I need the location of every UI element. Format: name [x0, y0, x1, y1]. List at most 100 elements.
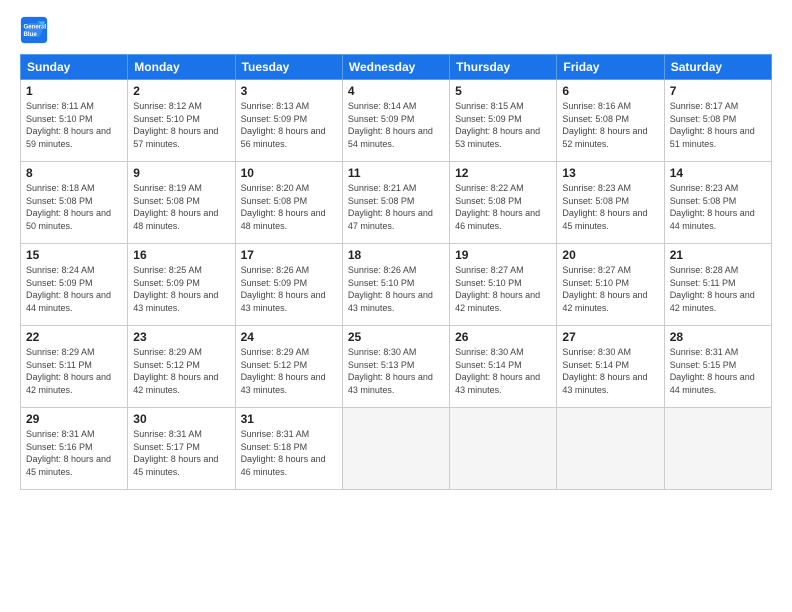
weekday-header: Monday: [128, 55, 235, 80]
cell-info: Sunrise: 8:11 AMSunset: 5:10 PMDaylight:…: [26, 100, 122, 150]
day-number: 19: [455, 248, 551, 262]
day-number: 10: [241, 166, 337, 180]
day-number: 27: [562, 330, 658, 344]
logo: General Blue: [20, 16, 52, 44]
weekday-header: Thursday: [450, 55, 557, 80]
cell-info: Sunrise: 8:22 AMSunset: 5:08 PMDaylight:…: [455, 182, 551, 232]
calendar-cell: 31 Sunrise: 8:31 AMSunset: 5:18 PMDayligh…: [235, 408, 342, 490]
day-number: 13: [562, 166, 658, 180]
day-number: 30: [133, 412, 229, 426]
weekday-header: Saturday: [664, 55, 771, 80]
day-number: 11: [348, 166, 444, 180]
cell-info: Sunrise: 8:27 AMSunset: 5:10 PMDaylight:…: [455, 264, 551, 314]
weekday-header: Tuesday: [235, 55, 342, 80]
calendar-cell: 16 Sunrise: 8:25 AMSunset: 5:09 PMDayligh…: [128, 244, 235, 326]
calendar-cell: 21 Sunrise: 8:28 AMSunset: 5:11 PMDayligh…: [664, 244, 771, 326]
cell-info: Sunrise: 8:15 AMSunset: 5:09 PMDaylight:…: [455, 100, 551, 150]
cell-info: Sunrise: 8:26 AMSunset: 5:10 PMDaylight:…: [348, 264, 444, 314]
cell-info: Sunrise: 8:30 AMSunset: 5:14 PMDaylight:…: [562, 346, 658, 396]
day-number: 12: [455, 166, 551, 180]
page: General Blue SundayMondayTuesdayWednesda…: [0, 0, 792, 612]
day-number: 23: [133, 330, 229, 344]
calendar-week-row: 15 Sunrise: 8:24 AMSunset: 5:09 PMDayligh…: [21, 244, 772, 326]
day-number: 6: [562, 84, 658, 98]
calendar-week-row: 8Sunrise: 8:18 AMSunset: 5:08 PMDaylight…: [21, 162, 772, 244]
calendar-header-row: SundayMondayTuesdayWednesdayThursdayFrid…: [21, 55, 772, 80]
calendar-cell: 26 Sunrise: 8:30 AMSunset: 5:14 PMDayligh…: [450, 326, 557, 408]
cell-info: Sunrise: 8:29 AMSunset: 5:12 PMDaylight:…: [133, 346, 229, 396]
logo-icon: General Blue: [20, 16, 48, 44]
cell-info: Sunrise: 8:17 AMSunset: 5:08 PMDaylight:…: [670, 100, 766, 150]
day-number: 15: [26, 248, 122, 262]
cell-info: Sunrise: 8:30 AMSunset: 5:14 PMDaylight:…: [455, 346, 551, 396]
cell-info: Sunrise: 8:13 AMSunset: 5:09 PMDaylight:…: [241, 100, 337, 150]
calendar-cell: 8Sunrise: 8:18 AMSunset: 5:08 PMDaylight…: [21, 162, 128, 244]
day-number: 16: [133, 248, 229, 262]
cell-info: Sunrise: 8:14 AMSunset: 5:09 PMDaylight:…: [348, 100, 444, 150]
cell-info: Sunrise: 8:31 AMSunset: 5:16 PMDaylight:…: [26, 428, 122, 478]
svg-text:Blue: Blue: [24, 31, 38, 38]
cell-info: Sunrise: 8:23 AMSunset: 5:08 PMDaylight:…: [670, 182, 766, 232]
day-number: 3: [241, 84, 337, 98]
day-number: 2: [133, 84, 229, 98]
calendar-cell: 7Sunrise: 8:17 AMSunset: 5:08 PMDaylight…: [664, 80, 771, 162]
calendar-cell: 22 Sunrise: 8:29 AMSunset: 5:11 PMDayligh…: [21, 326, 128, 408]
day-number: 14: [670, 166, 766, 180]
calendar-cell: 11 Sunrise: 8:21 AMSunset: 5:08 PMDayligh…: [342, 162, 449, 244]
weekday-header: Friday: [557, 55, 664, 80]
calendar-cell: 1 Sunrise: 8:11 AMSunset: 5:10 PMDaylight…: [21, 80, 128, 162]
weekday-header: Sunday: [21, 55, 128, 80]
day-number: 1: [26, 84, 122, 98]
day-number: 24: [241, 330, 337, 344]
cell-info: Sunrise: 8:19 AMSunset: 5:08 PMDaylight:…: [133, 182, 229, 232]
calendar-cell: 29Sunrise: 8:31 AMSunset: 5:16 PMDayligh…: [21, 408, 128, 490]
calendar-cell: [557, 408, 664, 490]
cell-info: Sunrise: 8:29 AMSunset: 5:11 PMDaylight:…: [26, 346, 122, 396]
cell-info: Sunrise: 8:21 AMSunset: 5:08 PMDaylight:…: [348, 182, 444, 232]
calendar: SundayMondayTuesdayWednesdayThursdayFrid…: [20, 54, 772, 490]
cell-info: Sunrise: 8:18 AMSunset: 5:08 PMDaylight:…: [26, 182, 122, 232]
calendar-cell: 25Sunrise: 8:30 AMSunset: 5:13 PMDayligh…: [342, 326, 449, 408]
cell-info: Sunrise: 8:16 AMSunset: 5:08 PMDaylight:…: [562, 100, 658, 150]
cell-info: Sunrise: 8:28 AMSunset: 5:11 PMDaylight:…: [670, 264, 766, 314]
calendar-week-row: 29Sunrise: 8:31 AMSunset: 5:16 PMDayligh…: [21, 408, 772, 490]
calendar-cell: 27 Sunrise: 8:30 AMSunset: 5:14 PMDayligh…: [557, 326, 664, 408]
calendar-cell: [342, 408, 449, 490]
cell-info: Sunrise: 8:30 AMSunset: 5:13 PMDaylight:…: [348, 346, 444, 396]
cell-info: Sunrise: 8:24 AMSunset: 5:09 PMDaylight:…: [26, 264, 122, 314]
day-number: 26: [455, 330, 551, 344]
calendar-week-row: 22 Sunrise: 8:29 AMSunset: 5:11 PMDayligh…: [21, 326, 772, 408]
calendar-cell: 6 Sunrise: 8:16 AMSunset: 5:08 PMDaylight…: [557, 80, 664, 162]
day-number: 22: [26, 330, 122, 344]
day-number: 20: [562, 248, 658, 262]
cell-info: Sunrise: 8:20 AMSunset: 5:08 PMDaylight:…: [241, 182, 337, 232]
day-number: 31: [241, 412, 337, 426]
calendar-cell: [664, 408, 771, 490]
calendar-cell: 13Sunrise: 8:23 AMSunset: 5:08 PMDayligh…: [557, 162, 664, 244]
calendar-cell: [450, 408, 557, 490]
day-number: 9: [133, 166, 229, 180]
calendar-cell: 9 Sunrise: 8:19 AMSunset: 5:08 PMDaylight…: [128, 162, 235, 244]
day-number: 18: [348, 248, 444, 262]
day-number: 4: [348, 84, 444, 98]
calendar-week-row: 1 Sunrise: 8:11 AMSunset: 5:10 PMDaylight…: [21, 80, 772, 162]
day-number: 28: [670, 330, 766, 344]
calendar-cell: 24 Sunrise: 8:29 AMSunset: 5:12 PMDayligh…: [235, 326, 342, 408]
calendar-cell: 20 Sunrise: 8:27 AMSunset: 5:10 PMDayligh…: [557, 244, 664, 326]
calendar-cell: 3 Sunrise: 8:13 AMSunset: 5:09 PMDaylight…: [235, 80, 342, 162]
cell-info: Sunrise: 8:31 AMSunset: 5:17 PMDaylight:…: [133, 428, 229, 478]
day-number: 21: [670, 248, 766, 262]
calendar-cell: 17 Sunrise: 8:26 AMSunset: 5:09 PMDayligh…: [235, 244, 342, 326]
weekday-header: Wednesday: [342, 55, 449, 80]
calendar-cell: 19 Sunrise: 8:27 AMSunset: 5:10 PMDayligh…: [450, 244, 557, 326]
cell-info: Sunrise: 8:31 AMSunset: 5:18 PMDaylight:…: [241, 428, 337, 478]
day-number: 17: [241, 248, 337, 262]
calendar-cell: 10 Sunrise: 8:20 AMSunset: 5:08 PMDayligh…: [235, 162, 342, 244]
calendar-cell: 14 Sunrise: 8:23 AMSunset: 5:08 PMDayligh…: [664, 162, 771, 244]
cell-info: Sunrise: 8:25 AMSunset: 5:09 PMDaylight:…: [133, 264, 229, 314]
cell-info: Sunrise: 8:26 AMSunset: 5:09 PMDaylight:…: [241, 264, 337, 314]
cell-info: Sunrise: 8:29 AMSunset: 5:12 PMDaylight:…: [241, 346, 337, 396]
cell-info: Sunrise: 8:27 AMSunset: 5:10 PMDaylight:…: [562, 264, 658, 314]
calendar-cell: 4 Sunrise: 8:14 AMSunset: 5:09 PMDaylight…: [342, 80, 449, 162]
calendar-cell: 15 Sunrise: 8:24 AMSunset: 5:09 PMDayligh…: [21, 244, 128, 326]
